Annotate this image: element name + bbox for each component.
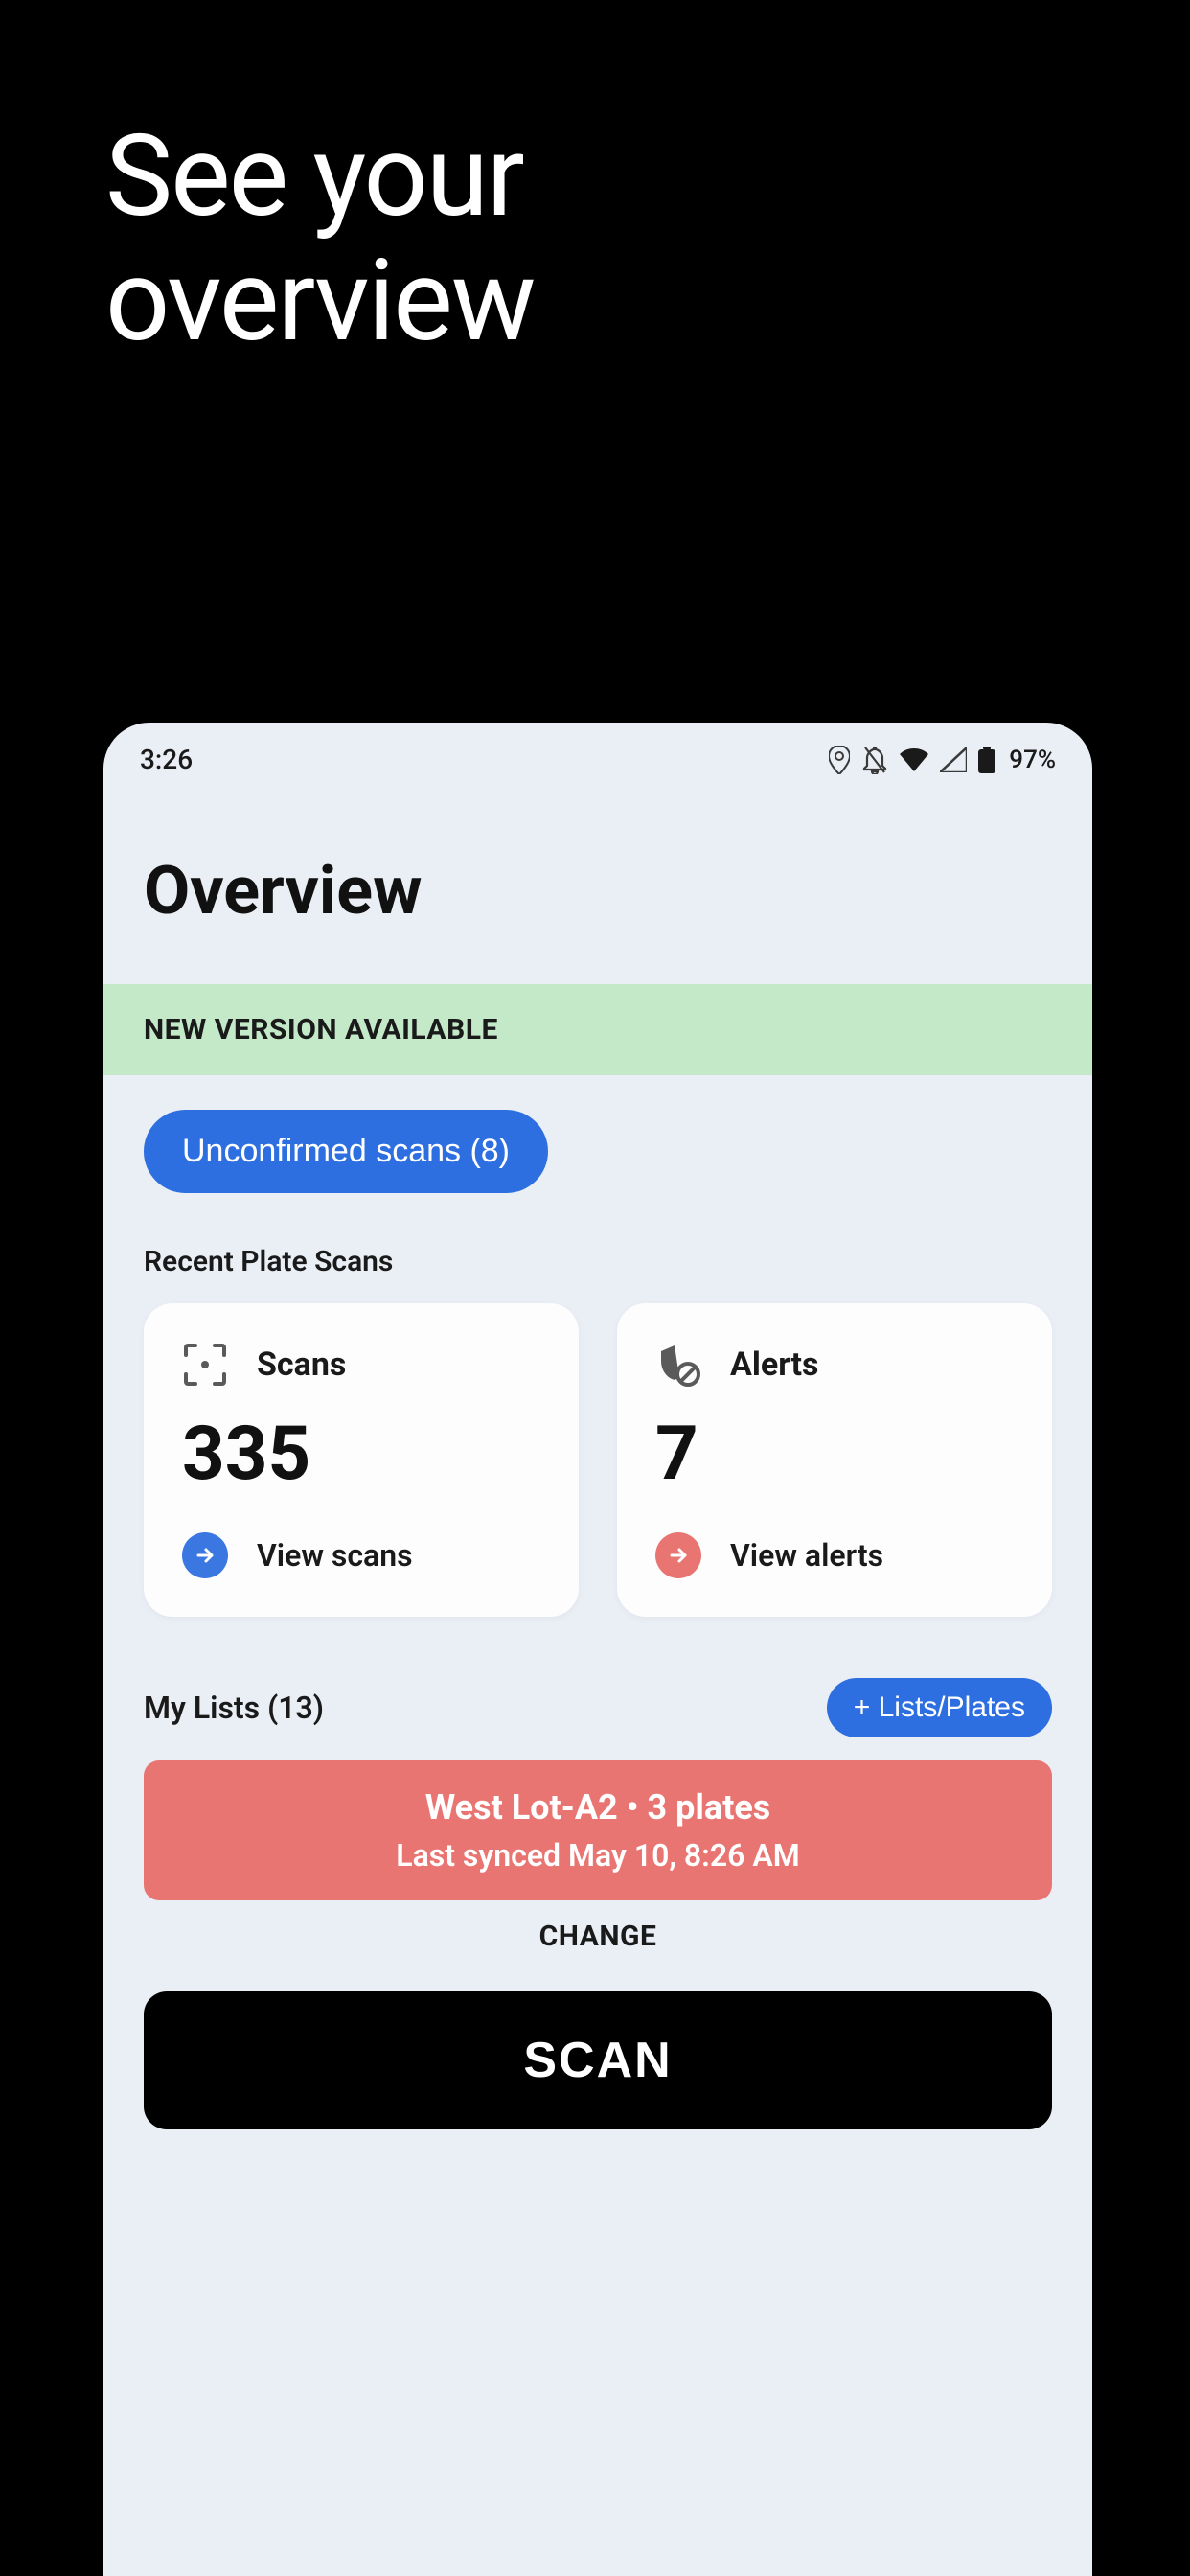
- active-list-title: West Lot-A2 • 3 plates: [171, 1787, 1025, 1828]
- page-title: Overview: [103, 789, 1092, 984]
- alerts-card-title: Alerts: [730, 1346, 818, 1384]
- promo-line-1: See your: [105, 115, 1190, 240]
- status-bar: 3:26 97%: [103, 723, 1092, 789]
- active-list-banner[interactable]: West Lot-A2 • 3 plates Last synced May 1…: [144, 1760, 1052, 1900]
- view-scans-text: View scans: [257, 1537, 413, 1574]
- update-banner[interactable]: NEW VERSION AVAILABLE: [103, 984, 1092, 1075]
- status-time: 3:26: [140, 744, 193, 775]
- unconfirmed-scans-chip[interactable]: Unconfirmed scans (8): [144, 1110, 548, 1193]
- notifications-off-icon: [861, 746, 888, 774]
- cellular-icon: [940, 748, 967, 772]
- alerts-count: 7: [655, 1411, 1014, 1498]
- scans-card-title: Scans: [257, 1346, 346, 1384]
- promo-line-2: overview: [105, 240, 1190, 364]
- scans-count: 335: [182, 1411, 540, 1498]
- battery-icon: [978, 747, 995, 773]
- scan-focus-icon: [182, 1342, 228, 1388]
- recent-scans-label: Recent Plate Scans: [144, 1245, 1052, 1278]
- alerts-card[interactable]: Alerts 7 View alerts: [617, 1303, 1052, 1617]
- scans-card[interactable]: Scans 335 View scans: [144, 1303, 579, 1617]
- view-alerts-link[interactable]: View alerts: [655, 1532, 1014, 1578]
- phone-frame: 3:26 97% Overview NEW VERSION AVAILABLE …: [103, 723, 1092, 2576]
- status-icons: 97%: [829, 746, 1056, 774]
- change-list-button[interactable]: CHANGE: [144, 1900, 1052, 1991]
- wifi-icon: [900, 748, 928, 771]
- promo-headline: See your overview: [0, 0, 1190, 364]
- battery-percent: 97%: [1009, 746, 1056, 774]
- view-alerts-text: View alerts: [730, 1537, 883, 1574]
- scan-button[interactable]: SCAN: [144, 1991, 1052, 2129]
- my-lists-label: My Lists (13): [144, 1690, 324, 1726]
- arrow-right-icon: [655, 1532, 701, 1578]
- shield-alert-icon: [655, 1342, 701, 1388]
- view-scans-link[interactable]: View scans: [182, 1532, 540, 1578]
- location-icon: [829, 746, 850, 774]
- active-list-sync: Last synced May 10, 8:26 AM: [171, 1837, 1025, 1874]
- arrow-right-icon: [182, 1532, 228, 1578]
- add-lists-plates-button[interactable]: + Lists/Plates: [827, 1678, 1052, 1737]
